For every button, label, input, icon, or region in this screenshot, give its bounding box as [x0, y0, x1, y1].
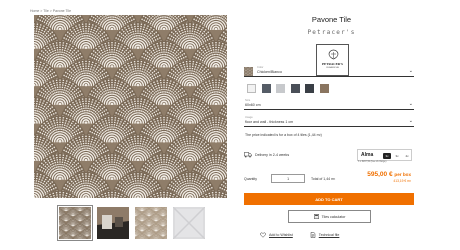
chevron-down-icon: ⌄ [408, 101, 413, 107]
color-selector[interactable]: Color Chicken/Bianco ⌄ [244, 66, 414, 77]
wishlist-label: Add to Wishlist [269, 233, 293, 237]
color-thumbnail [244, 67, 253, 76]
alma-installments: Alma 3x 3x 4x [357, 149, 412, 161]
price-box: Alma 3x 3x 4x 3 x €297,50 (free of charg… [355, 147, 414, 185]
peacock-icon [328, 49, 339, 60]
tiles-calculator-button[interactable]: Tiles calculator [288, 210, 371, 223]
chevron-down-icon: ⌄ [408, 68, 413, 74]
fan-pattern-image [34, 15, 227, 198]
technical-file-link[interactable]: Technical file [310, 232, 340, 238]
document-icon [310, 232, 316, 238]
usage-value: floor and wall - thickness 1 cm [245, 120, 294, 124]
usage-label: Usage [245, 116, 253, 119]
technical-file-label: Technical file [318, 233, 340, 237]
product-links: Add to Wishlist Technical file [260, 232, 339, 238]
thumbnail-tile-grey[interactable] [173, 207, 205, 239]
heart-icon [260, 232, 266, 238]
product-title: Pavone Tile [311, 15, 352, 24]
price: 595,00 € per box [367, 171, 411, 178]
size-value: 60x60 cm [245, 103, 261, 107]
tiles-calculator-label: Tiles calculator [321, 214, 346, 219]
color-swatches [247, 84, 329, 93]
quantity-input[interactable]: 1 [271, 174, 306, 183]
brand-name: Petracer's [307, 29, 356, 36]
alma-logo: Alma [361, 152, 374, 158]
quantity-total: Total of 1,44 m² [311, 176, 336, 181]
color-swatch[interactable] [247, 84, 256, 93]
thumbnail-pattern-1[interactable] [57, 205, 93, 241]
color-label: Color [257, 66, 264, 69]
size-selector[interactable]: Size 60x60 cm ⌄ [244, 99, 414, 110]
truck-icon [244, 152, 252, 158]
price-note: The price indicated is for a box of 4 ti… [245, 133, 322, 137]
product-page: Home > Tile > Pavone Tile Pavone Tile Pe… [0, 0, 460, 250]
color-swatch[interactable] [261, 84, 271, 93]
alma-option-3[interactable]: 4x [403, 153, 411, 159]
product-info-panel: Pavone Tile Petracer's PETRACER'S CERAMI… [244, 0, 419, 250]
chevron-down-icon: ⌄ [408, 118, 413, 124]
thumbnail-strip [57, 205, 205, 241]
color-swatch[interactable] [305, 84, 314, 93]
delivery-info: Delivery in 2-4 weeks [244, 152, 289, 158]
delivery-text: Delivery in 2-4 weeks [255, 153, 290, 157]
color-value: Chicken/Bianco [257, 70, 282, 74]
quantity-row: Quantity 1 Total of 1,44 m² [244, 174, 335, 183]
usage-selector[interactable]: Usage floor and wall - thickness 1 cm ⌄ [244, 116, 414, 127]
color-swatch[interactable] [290, 84, 300, 93]
alma-detail: 3 x €297,50 (free of charge) [358, 161, 387, 163]
add-to-wishlist-link[interactable]: Add to Wishlist [260, 232, 293, 238]
alma-option-1[interactable]: 3x [383, 152, 391, 159]
thumbnail-room-photo[interactable] [97, 207, 129, 239]
breadcrumb[interactable]: Home > Tile > Pavone Tile [30, 9, 71, 13]
alma-option-2[interactable]: 3x [393, 153, 401, 159]
quantity-label: Quantity [244, 176, 258, 181]
thumbnail-pattern-2[interactable] [135, 207, 167, 239]
product-main-image[interactable] [34, 15, 227, 198]
color-swatch[interactable] [319, 84, 329, 93]
size-label: Size [245, 99, 251, 102]
price-per-m2: 413,19 € m² [393, 179, 411, 183]
calculator-icon [313, 214, 319, 219]
price-unit: per box [394, 172, 411, 177]
add-to-cart-button[interactable]: ADD TO CART [244, 193, 414, 205]
color-swatch[interactable] [276, 84, 285, 93]
price-amount: 595,00 € [367, 171, 393, 178]
